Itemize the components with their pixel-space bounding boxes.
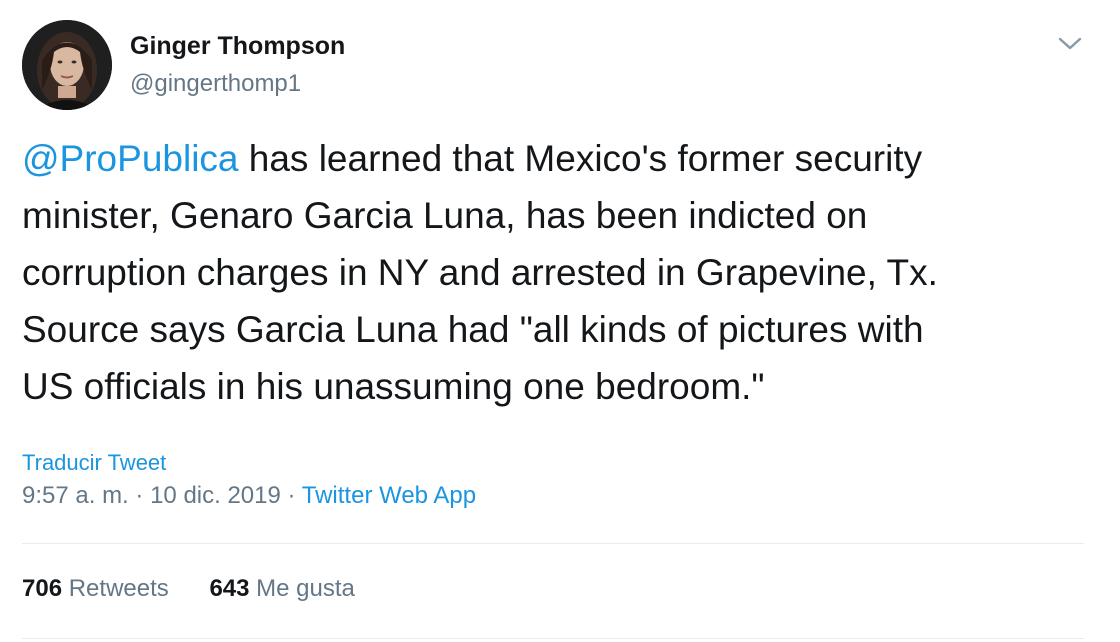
tweet-menu-button[interactable] — [1052, 28, 1088, 58]
meta-separator: · — [135, 482, 144, 509]
retweets-count: 706 — [22, 575, 63, 602]
tweet-text: @ProPublica has learned that Mexico's fo… — [22, 130, 1102, 415]
likes-count: 643 — [209, 575, 250, 602]
tweet-date[interactable]: 10 dic. 2019 — [150, 482, 281, 509]
display-name[interactable]: Ginger Thompson — [130, 32, 345, 61]
avatar-image — [22, 20, 112, 110]
tweet-line-5: US officials in his unassuming one bedro… — [22, 366, 765, 407]
tweet-line-3: corruption charges in NY and arrested in… — [22, 252, 938, 293]
tweet-time[interactable]: 9:57 a. m. — [22, 482, 129, 509]
tweet-line-2: minister, Genaro Garcia Luna, has been i… — [22, 195, 868, 236]
user-handle[interactable]: @gingerthomp1 — [130, 70, 301, 98]
tweet-meta: 9:57 a. m. · 10 dic. 2019 · Twitter Web … — [22, 482, 476, 510]
tweet-card: Ginger Thompson @gingerthomp1 @ProPublic… — [0, 0, 1120, 642]
retweets-label: Retweets — [68, 575, 169, 602]
translate-tweet-link[interactable]: Traducir Tweet — [22, 450, 166, 476]
likes-stat[interactable]: 643 Me gusta — [209, 575, 354, 603]
tweet-stats: 706 Retweets 643 Me gusta — [22, 575, 355, 603]
chevron-down-icon — [1058, 37, 1082, 50]
retweets-stat[interactable]: 706 Retweets — [22, 575, 169, 603]
avatar[interactable] — [22, 20, 112, 110]
meta-separator: · — [287, 482, 296, 509]
divider — [22, 638, 1084, 639]
mention-link[interactable]: @ProPublica — [22, 138, 239, 179]
divider — [22, 543, 1084, 544]
likes-label: Me gusta — [256, 575, 355, 602]
tweet-source-link[interactable]: Twitter Web App — [302, 482, 476, 509]
tweet-line-text: has learned that Mexico's former securit… — [238, 138, 923, 179]
tweet-line-4: Source says Garcia Luna had "all kinds o… — [22, 309, 924, 350]
tweet-line-1: @ProPublica has learned that Mexico's fo… — [22, 130, 1102, 187]
